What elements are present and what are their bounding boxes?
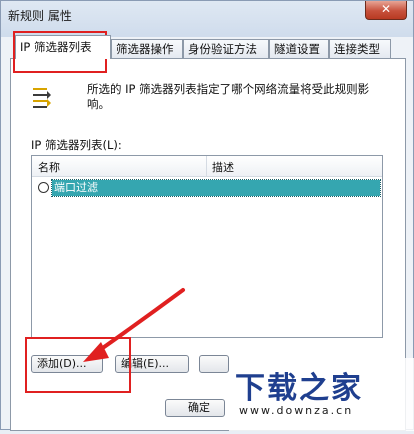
- radio-button[interactable]: [38, 182, 49, 193]
- tab-tunnel-settings[interactable]: 隧道设置: [269, 39, 329, 58]
- watermark-url: www.downza.cn: [239, 404, 354, 417]
- column-divider[interactable]: [206, 156, 207, 176]
- edit-button[interactable]: 编辑(E)...: [115, 355, 189, 373]
- close-button[interactable]: ✕: [365, 1, 407, 20]
- ok-button[interactable]: 确定: [165, 399, 225, 417]
- column-header-name[interactable]: 名称: [38, 159, 60, 175]
- properties-dialog: 新规则 属性 ✕ IP 筛选器列表 筛选器操作 身份验证方法 隧道设置 连接类型…: [0, 0, 414, 431]
- list-header: 名称 描述: [32, 156, 382, 177]
- title-bar: 新规则 属性 ✕: [1, 1, 413, 29]
- tab-auth-methods[interactable]: 身份验证方法: [183, 39, 269, 58]
- watermark-brand: 下载之家: [235, 371, 363, 406]
- rule-description: 所选的 IP 筛选器列表指定了哪个网络流量将受此规则影响。: [87, 82, 370, 111]
- tab-connection-type[interactable]: 连接类型: [329, 39, 391, 58]
- tab-ip-filter-list[interactable]: IP 筛选器列表: [15, 35, 111, 59]
- remove-button-partial[interactable]: [199, 355, 229, 373]
- list-item[interactable]: 端口过滤: [34, 179, 381, 197]
- tab-strip: IP 筛选器列表 筛选器操作 身份验证方法 隧道设置 连接类型: [11, 35, 411, 59]
- window-title: 新规则 属性: [8, 9, 72, 23]
- list-item-name[interactable]: 端口过滤: [51, 179, 381, 197]
- filter-list-label: IP 筛选器列表(L):: [31, 138, 122, 152]
- filter-list-icon: [33, 88, 51, 108]
- filter-list-view[interactable]: 名称 描述 端口过滤: [31, 155, 383, 338]
- tab-filter-action[interactable]: 筛选器操作: [111, 39, 183, 58]
- column-header-description[interactable]: 描述: [212, 159, 234, 175]
- add-button[interactable]: 添加(D)...: [31, 355, 103, 373]
